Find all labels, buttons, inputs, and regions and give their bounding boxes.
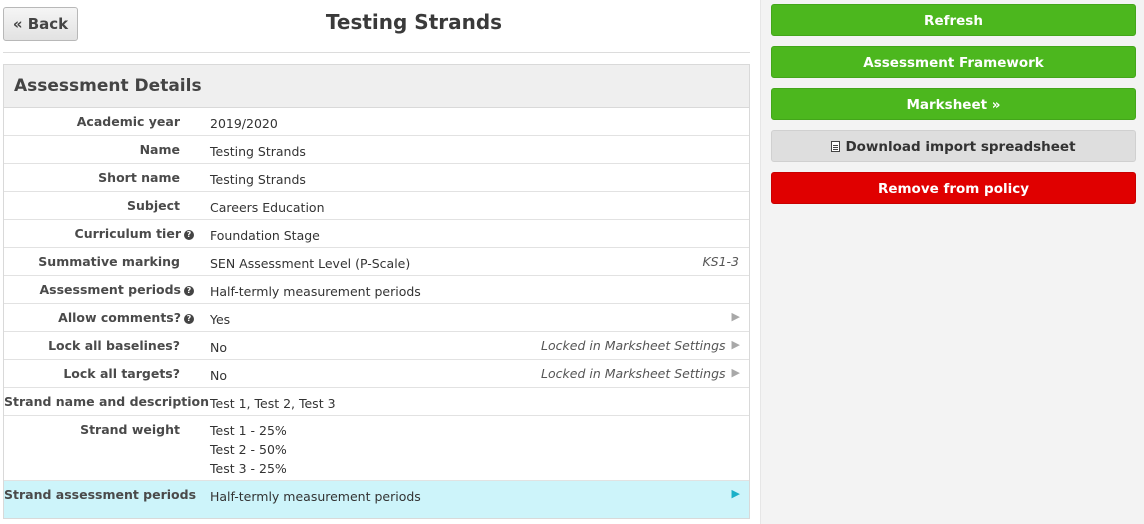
download-import-spreadsheet-button[interactable]: Download import spreadsheet [771,130,1136,162]
panel-title: Assessment Details [4,65,749,108]
row-label-container: Allow comments?? [4,304,194,331]
download-label: Download import spreadsheet [845,139,1076,155]
row-value: 2019/2020 [210,116,278,131]
row-value: No [210,340,227,355]
triangle-right-icon[interactable]: ▶ [732,360,749,387]
row-value: SEN Assessment Level (P-Scale) [210,256,411,271]
row-label: Short name [98,170,180,185]
row-value: Testing Strands [210,144,306,159]
row-label-container: Curriculum tier? [4,220,194,247]
question-circle-icon[interactable]: ? [184,286,194,296]
actions-sidebar: Refresh Assessment Framework Marksheet »… [760,0,1144,524]
remove-from-policy-button[interactable]: Remove from policy [771,172,1136,204]
detail-row-lock-targets[interactable]: Lock all targets? No Locked in Marksheet… [4,360,749,388]
detail-row-strand-assessment-periods[interactable]: Strand assessment periods Half-termly me… [4,481,749,518]
page-title: Testing Strands [325,10,503,34]
row-label: Subject [127,198,180,213]
detail-row-curriculum-tier: Curriculum tier? Foundation Stage [4,220,749,248]
detail-row-assessment-periods: Assessment periods? Half-termly measurem… [4,276,749,304]
triangle-right-icon[interactable]: ▶ [732,304,749,331]
triangle-right-icon[interactable]: ▶ [732,481,749,518]
detail-row-academic-year: Academic year 2019/2020 [4,108,749,136]
question-circle-icon[interactable]: ? [184,230,194,240]
detail-row-short-name: Short name Testing Strands [4,164,749,192]
locked-note: Locked in Marksheet Settings [541,366,726,381]
row-label: Lock all baselines? [48,338,180,353]
main-content: « Back Testing Strands Assessment Detail… [0,0,760,524]
back-button[interactable]: « Back [3,7,78,41]
row-label: Strand assessment periods [4,487,197,502]
row-label: Strand weight [80,422,180,437]
strand-weight-item: Test 2 - 50% [210,442,287,457]
row-label: Academic year [76,114,180,129]
detail-row-strand-names: Strand name and description Test 1, Test… [4,388,749,416]
locked-note: Locked in Marksheet Settings [541,338,726,353]
strand-weight-item: Test 3 - 25% [210,461,287,476]
question-circle-icon[interactable]: ? [184,314,194,324]
row-value: No [210,368,227,383]
row-value: Test 1, Test 2, Test 3 [210,396,336,411]
row-value: Half-termly measurement periods [210,489,421,504]
detail-row-strand-weight: Strand weight Test 1 - 25% Test 2 - 50% … [4,416,749,481]
row-value: Careers Education [210,200,325,215]
detail-row-allow-comments[interactable]: Allow comments?? Yes ▶ [4,304,749,332]
row-label: Assessment periods [39,282,182,297]
marksheet-button[interactable]: Marksheet » [771,88,1136,120]
row-label: Allow comments? [58,310,181,325]
assessment-framework-button[interactable]: Assessment Framework [771,46,1136,78]
row-value: Half-termly measurement periods [210,284,421,299]
row-label: Strand name and description [4,394,210,409]
row-value: Foundation Stage [210,228,320,243]
row-label: Name [139,142,180,157]
detail-row-summative-marking: Summative marking SEN Assessment Level (… [4,248,749,276]
row-label: Summative marking [38,254,180,269]
strand-weight-list: Test 1 - 25% Test 2 - 50% Test 3 - 25% [194,416,749,480]
row-label-container: Assessment periods? [4,276,194,303]
title-divider [3,52,750,53]
row-label: Lock all targets? [63,366,180,381]
refresh-button[interactable]: Refresh [771,4,1136,36]
detail-row-name: Name Testing Strands [4,136,749,164]
row-label: Curriculum tier [74,226,181,241]
row-value: Testing Strands [210,172,306,187]
row-value: Yes [210,312,231,327]
strand-weight-item: Test 1 - 25% [210,423,287,438]
assessment-details-panel: Assessment Details Academic year 2019/20… [3,64,750,519]
detail-row-subject: Subject Careers Education [4,192,749,220]
triangle-right-icon[interactable]: ▶ [732,332,749,359]
file-icon [831,141,841,152]
detail-row-lock-baselines[interactable]: Lock all baselines? No Locked in Markshe… [4,332,749,360]
key-stage-note: KS1-3 [702,254,739,269]
